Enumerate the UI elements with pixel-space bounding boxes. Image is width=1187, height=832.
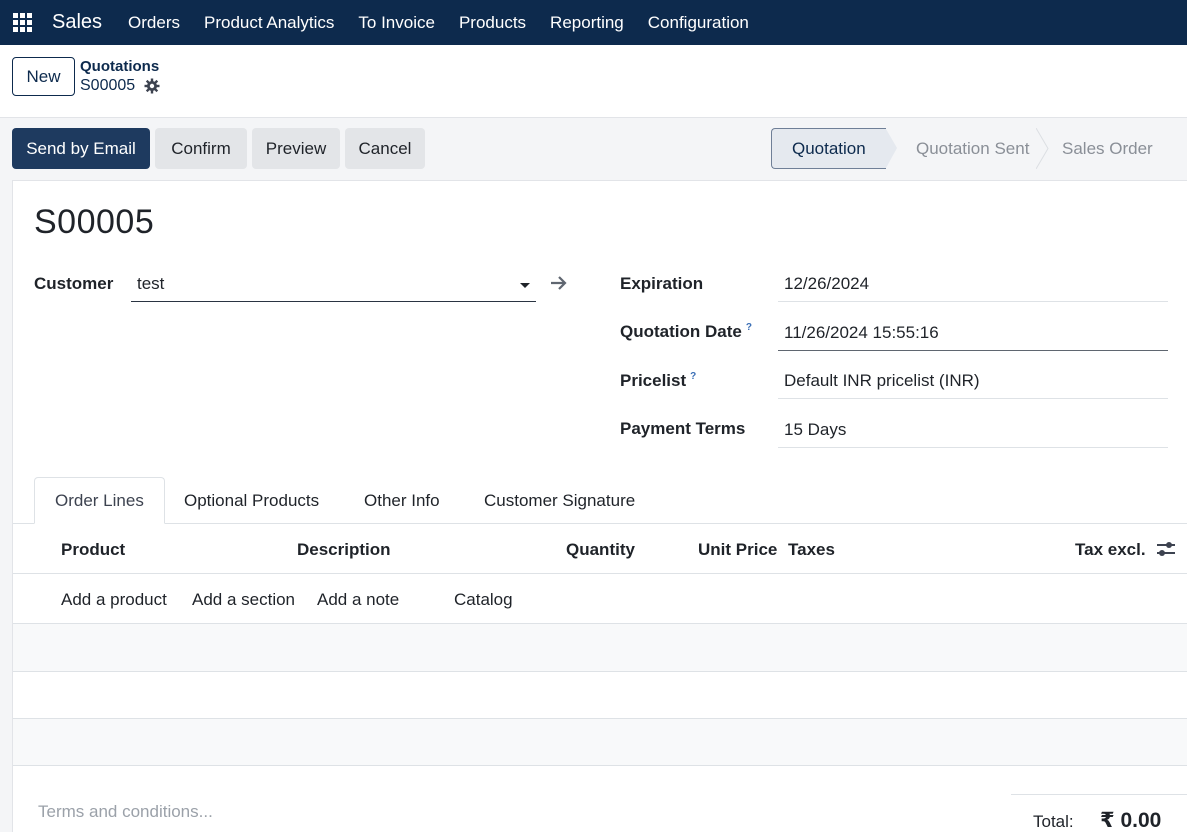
- stage-sales-order[interactable]: Sales Order: [1050, 128, 1187, 169]
- new-button[interactable]: New: [12, 57, 75, 96]
- pricelist-label: Pricelist: [620, 371, 687, 390]
- column-product[interactable]: Product: [61, 540, 125, 560]
- stage-separator: [1035, 127, 1050, 170]
- add-section-link[interactable]: Add a section: [192, 590, 295, 610]
- catalog-link[interactable]: Catalog: [454, 590, 513, 610]
- row-divider: [13, 765, 1187, 766]
- control-panel: New Quotations S00005: [0, 45, 1187, 118]
- stage-quotation-sent[interactable]: Quotation Sent: [886, 128, 1036, 169]
- app-menu-icon[interactable]: [0, 0, 44, 45]
- stage-quotation[interactable]: Quotation: [771, 128, 898, 169]
- column-quantity[interactable]: Quantity: [566, 540, 635, 560]
- quotation-date-value: 11/26/2024 15:55:16: [784, 323, 939, 342]
- tab-optional-products[interactable]: Optional Products: [184, 477, 319, 524]
- top-navbar: Sales Orders Product Analytics To Invoic…: [0, 0, 1187, 45]
- quotation-date-field[interactable]: 11/26/2024 15:55:16: [778, 317, 1168, 351]
- send-by-email-button[interactable]: Send by Email: [12, 128, 150, 169]
- breadcrumb-current-wrapper: S00005: [80, 77, 160, 95]
- tab-customer-signature[interactable]: Customer Signature: [484, 477, 635, 524]
- tab-other-info[interactable]: Other Info: [364, 477, 440, 524]
- quotation-date-label: Quotation Date: [620, 322, 742, 341]
- total-value: ₹ 0.00: [1100, 809, 1162, 832]
- nav-item-configuration[interactable]: Configuration: [636, 0, 761, 45]
- nav-item-orders[interactable]: Orders: [116, 0, 192, 45]
- gear-icon[interactable]: [144, 78, 160, 94]
- stage-quotation-sent-label: Quotation Sent: [916, 138, 1030, 158]
- status-bar: Quotation Quotation Sent Sales Order: [771, 127, 1187, 170]
- nav-item-to-invoice[interactable]: To Invoice: [346, 0, 447, 45]
- column-taxes[interactable]: Taxes: [788, 540, 835, 560]
- total-label: Total:: [1033, 812, 1074, 831]
- nav-item-product-analytics[interactable]: Product Analytics: [192, 0, 346, 45]
- help-icon[interactable]: ?: [690, 371, 696, 382]
- pricelist-label-wrapper: Pricelist?: [620, 371, 696, 391]
- payment-terms-label: Payment Terms: [620, 419, 746, 438]
- expiration-label: Expiration: [620, 274, 704, 293]
- column-tax-excl[interactable]: Tax excl.: [1075, 540, 1146, 560]
- header-divider: [13, 573, 1187, 574]
- chevron-down-icon[interactable]: [520, 283, 530, 288]
- payment-terms-field[interactable]: 15 Days: [778, 414, 1168, 448]
- expiration-value: 12/26/2024: [784, 274, 870, 293]
- confirm-button[interactable]: Confirm: [155, 128, 247, 169]
- pricelist-field[interactable]: Default INR pricelist (INR): [778, 365, 1168, 399]
- add-product-link[interactable]: Add a product: [61, 590, 167, 610]
- breadcrumb: Quotations S00005: [80, 58, 160, 95]
- stage-sales-order-label: Sales Order: [1062, 138, 1153, 158]
- column-settings-icon[interactable]: [1156, 540, 1176, 558]
- customer-label: Customer: [34, 274, 114, 293]
- terms-and-conditions-field[interactable]: Terms and conditions...: [38, 802, 213, 822]
- customer-field[interactable]: test: [131, 268, 536, 302]
- breadcrumb-quotations[interactable]: Quotations: [80, 58, 160, 75]
- breadcrumb-current: S00005: [80, 77, 136, 94]
- column-description[interactable]: Description: [297, 540, 391, 560]
- nav-item-products[interactable]: Products: [447, 0, 538, 45]
- form-sheet: S00005 Customer test Expiration 12/26/20…: [12, 180, 1187, 832]
- cancel-button[interactable]: Cancel: [345, 128, 425, 169]
- help-icon[interactable]: ?: [746, 322, 752, 333]
- preview-button[interactable]: Preview: [252, 128, 340, 169]
- empty-row: [13, 719, 1187, 765]
- pricelist-value: Default INR pricelist (INR): [784, 371, 980, 390]
- add-note-link[interactable]: Add a note: [317, 590, 399, 610]
- column-unit-price[interactable]: Unit Price: [698, 540, 777, 560]
- empty-row: [13, 624, 1187, 671]
- expiration-field[interactable]: 12/26/2024: [778, 268, 1168, 302]
- app-brand[interactable]: Sales: [52, 11, 102, 34]
- total-box: Total: ₹ 0.00: [1011, 794, 1187, 832]
- document-title: S00005: [34, 203, 155, 241]
- customer-value: test: [137, 274, 165, 293]
- payment-terms-value: 15 Days: [784, 420, 847, 439]
- tab-order-lines[interactable]: Order Lines: [34, 477, 165, 524]
- nav-item-reporting[interactable]: Reporting: [538, 0, 636, 45]
- arrow-right-icon[interactable]: [550, 275, 568, 291]
- row-divider: [13, 671, 1187, 672]
- quotation-date-label-wrapper: Quotation Date?: [620, 322, 752, 342]
